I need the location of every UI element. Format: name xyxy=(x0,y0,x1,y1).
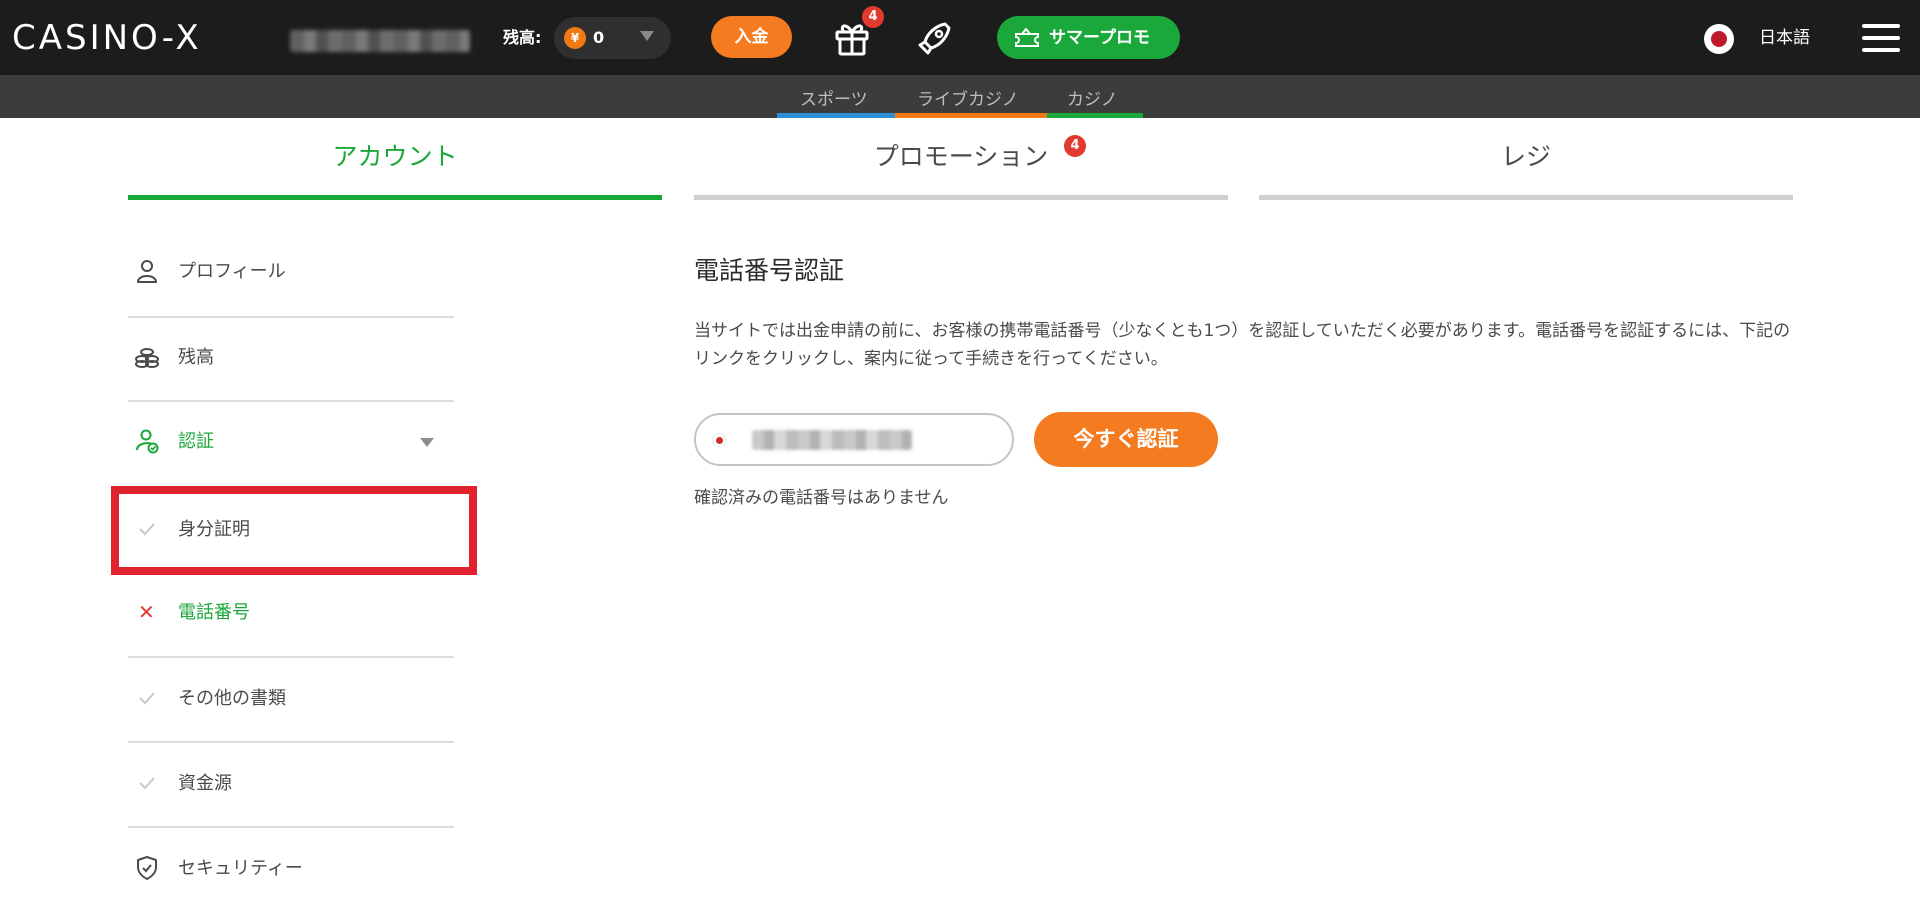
divider xyxy=(128,741,454,743)
subnav-sports[interactable]: スポーツ xyxy=(800,89,868,111)
subnav-live-casino-indicator xyxy=(895,113,1047,118)
user-icon xyxy=(137,260,157,283)
tab-promotion-underline xyxy=(694,195,1228,200)
sidebar-item-label: 認証 xyxy=(178,431,214,452)
phone-verification-description: 当サイトでは出金申請の前に、お客様の携帯電話番号（少なくとも1つ）を認証していた… xyxy=(694,321,1791,369)
sidebar-item-label: 電話番号 xyxy=(178,602,250,623)
check-icon xyxy=(139,777,155,790)
sidebar-item-profile[interactable]: プロフィール xyxy=(128,232,454,316)
sidebar-subitem-phone[interactable]: ✕ 電話番号 xyxy=(128,573,454,657)
subnav-sports-indicator xyxy=(777,113,895,118)
highlight-annotation-box xyxy=(111,486,477,575)
language-selector[interactable]: 日本語 xyxy=(1759,27,1810,49)
subnav-live-casino[interactable]: ライブカジノ xyxy=(917,89,1019,111)
sidebar-item-balance[interactable]: 残高 xyxy=(128,318,454,402)
tab-promotion[interactable]: プロモーション xyxy=(694,140,1228,174)
tab-cashier-underline xyxy=(1259,195,1793,200)
subnav-casino-indicator xyxy=(1047,113,1143,118)
japan-flag-icon xyxy=(712,433,726,447)
sidebar-item-verification[interactable]: 認証 xyxy=(128,402,454,486)
sidebar-item-security[interactable]: セキュリティー xyxy=(128,829,454,913)
sidebar-item-label: プロフィール xyxy=(178,261,286,282)
tab-account-underline xyxy=(128,195,662,200)
sidebar-item-label: 資金源 xyxy=(178,773,232,794)
close-icon: ✕ xyxy=(138,600,155,624)
no-verified-numbers-text: 確認済みの電話番号はありません xyxy=(694,488,949,508)
top-bar: CASINO-X 残高: ¥ 0 入金 4 サマープロモ 日本語 xyxy=(0,0,1920,75)
sidebar-item-label: その他の書類 xyxy=(178,688,286,709)
balance-label: 残高: xyxy=(503,28,542,47)
divider xyxy=(128,656,454,658)
check-icon xyxy=(139,692,155,705)
rocket-icon[interactable] xyxy=(915,18,955,58)
page-title: 電話番号認証 xyxy=(694,256,845,285)
promotion-badge: 4 xyxy=(1064,135,1086,157)
sidebar-item-label: 残高 xyxy=(178,347,214,368)
japan-flag-icon[interactable] xyxy=(1704,24,1734,54)
yen-coin-icon: ¥ xyxy=(564,27,586,49)
hamburger-menu-icon[interactable] xyxy=(1862,24,1900,52)
verify-now-button[interactable]: 今すぐ認証 xyxy=(1034,412,1218,467)
sidebar-subitem-other-docs[interactable]: その他の書類 xyxy=(128,659,454,743)
gift-badge: 4 xyxy=(862,6,884,28)
promo-ticket-icon xyxy=(1015,28,1039,47)
casino-x-logo[interactable]: CASINO-X xyxy=(12,18,202,58)
deposit-button[interactable]: 入金 xyxy=(711,16,792,58)
balance-value: 0 xyxy=(593,28,605,47)
sidebar-item-label: セキュリティー xyxy=(178,858,303,879)
tab-account[interactable]: アカウント xyxy=(128,140,662,174)
verified-user-icon xyxy=(136,429,159,454)
username-redacted xyxy=(290,30,470,52)
shield-icon xyxy=(137,856,157,880)
divider xyxy=(128,826,454,828)
sidebar-subitem-source-of-funds[interactable]: 資金源 xyxy=(128,744,454,828)
phone-number-redacted xyxy=(752,430,912,450)
coins-icon xyxy=(135,348,159,368)
subnav-casino[interactable]: カジノ xyxy=(1067,89,1118,111)
chevron-down-icon[interactable] xyxy=(640,31,654,41)
chevron-down-icon[interactable] xyxy=(420,438,434,447)
tab-cashier[interactable]: レジ xyxy=(1259,140,1793,174)
